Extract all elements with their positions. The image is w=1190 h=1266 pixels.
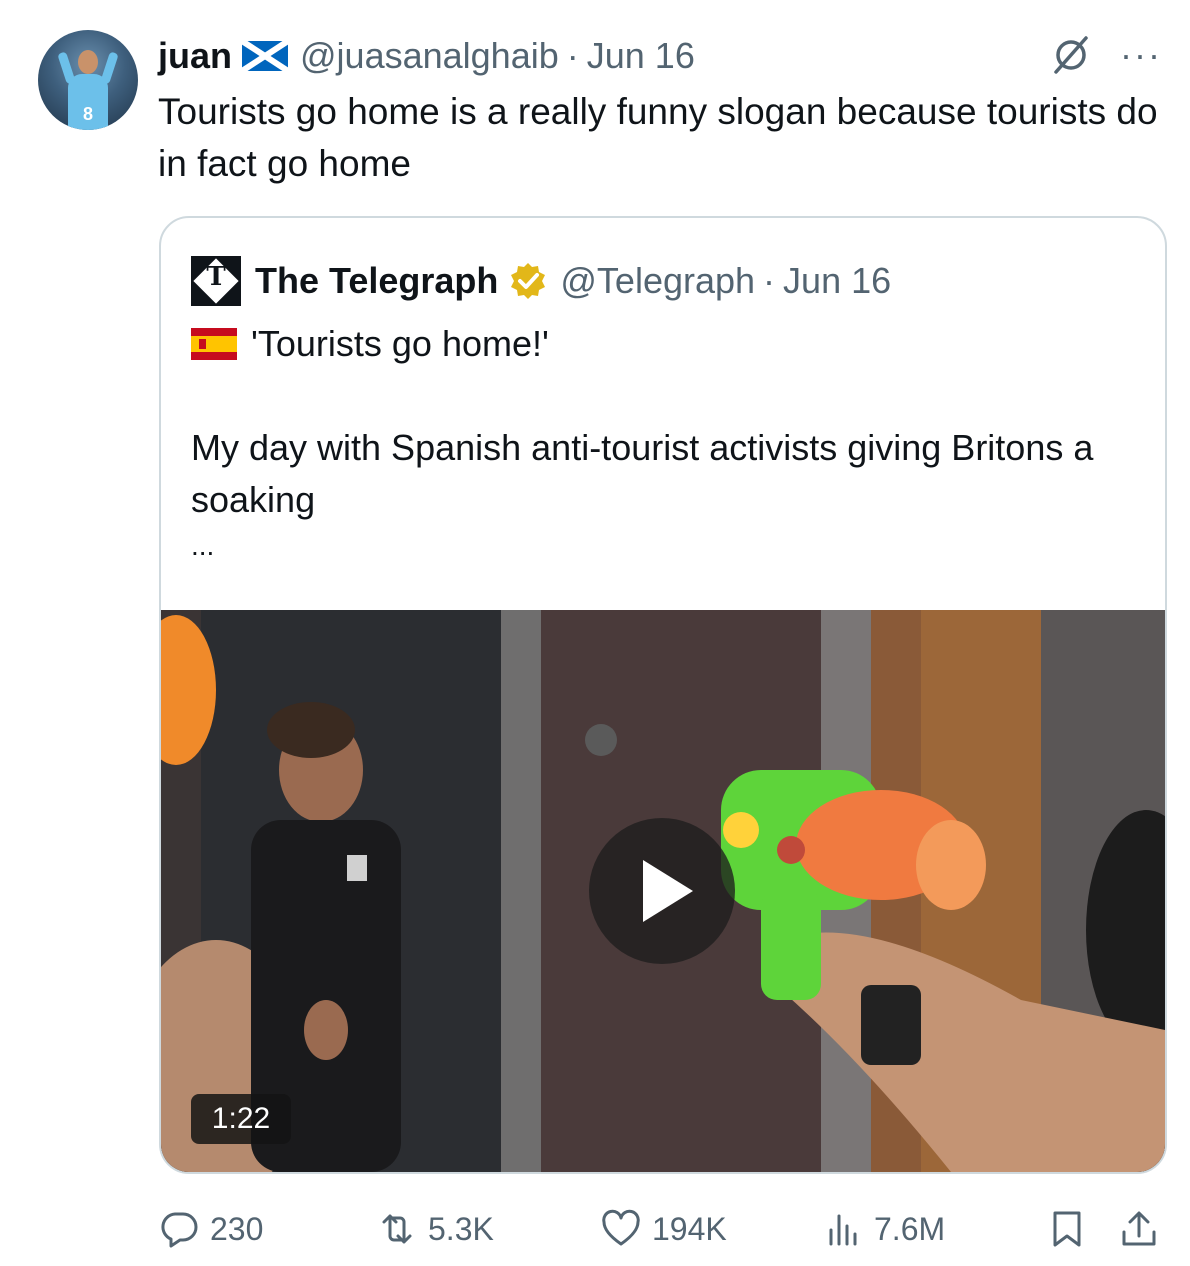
author-name[interactable]: juan <box>158 35 232 77</box>
quoted-ellipsis: ... <box>191 530 215 561</box>
like-button[interactable]: 194K <box>600 1208 727 1250</box>
avatar[interactable]: 8 <box>38 30 138 130</box>
video-duration-badge: 1:22 <box>191 1094 291 1144</box>
tweet-action-bar: 230 5.3K 194K 7.6M <box>0 1200 1190 1260</box>
avatar-head <box>78 50 98 74</box>
repost-button[interactable]: 5.3K <box>376 1208 494 1250</box>
spain-flag-icon <box>191 328 237 360</box>
video-player[interactable]: 1:22 <box>161 610 1165 1172</box>
share-icon <box>1122 1211 1156 1246</box>
quoted-author-name[interactable]: The Telegraph <box>255 260 498 302</box>
separator-dot: · <box>763 260 776 301</box>
tweet-top-actions: ··· <box>1050 34 1162 76</box>
scotland-flag-icon <box>242 41 289 71</box>
quoted-headline: 'Tourists go home!' <box>251 323 549 364</box>
tweet-header: juan @juasanalghaib · Jun 16 <box>158 34 695 78</box>
separator-dot: · <box>566 35 579 76</box>
grok-icon[interactable] <box>1050 34 1092 76</box>
verified-badge-icon <box>511 263 546 299</box>
quoted-tweet-header: T The Telegraph @Telegraph · Jun 16 <box>191 256 891 306</box>
bookmark-icon <box>1053 1211 1081 1247</box>
reply-button[interactable]: 230 <box>158 1208 263 1250</box>
tweet-text: Tourists go home is a really funny sloga… <box>158 91 1158 184</box>
tweet-date[interactable]: Jun 16 <box>587 35 695 77</box>
quoted-author-handle[interactable]: @Telegraph <box>560 260 755 302</box>
quoted-tweet-card[interactable]: T The Telegraph @Telegraph · Jun 16 'Tou… <box>159 216 1167 1174</box>
avatar-shirt-number: 8 <box>82 104 93 124</box>
author-handle[interactable]: @juasanalghaib <box>300 35 559 77</box>
share-button[interactable] <box>1118 1208 1160 1250</box>
like-count: 194K <box>652 1210 727 1247</box>
repost-icon <box>382 1214 412 1244</box>
quoted-line-1: 'Tourists go home!' <box>191 318 1131 370</box>
quoted-subheadline: My day with Spanish anti-tourist activis… <box>191 427 1094 520</box>
heart-icon <box>602 1209 640 1246</box>
quoted-tweet-text: 'Tourists go home!' My day with Spanish … <box>191 318 1131 566</box>
bookmark-button[interactable] <box>1046 1208 1088 1250</box>
play-icon <box>643 860 693 922</box>
more-options-icon[interactable]: ··· <box>1120 37 1162 73</box>
views-button[interactable]: 7.6M <box>822 1208 945 1250</box>
play-button[interactable] <box>589 818 735 964</box>
telegraph-logo[interactable]: T <box>191 256 241 306</box>
reply-count: 230 <box>210 1210 264 1247</box>
view-count: 7.6M <box>874 1210 946 1247</box>
reply-icon <box>161 1212 198 1248</box>
repost-count: 5.3K <box>428 1210 494 1247</box>
quoted-tweet-date[interactable]: Jun 16 <box>783 260 891 302</box>
logo-letter: T <box>206 262 226 292</box>
views-chart-icon <box>829 1214 857 1246</box>
